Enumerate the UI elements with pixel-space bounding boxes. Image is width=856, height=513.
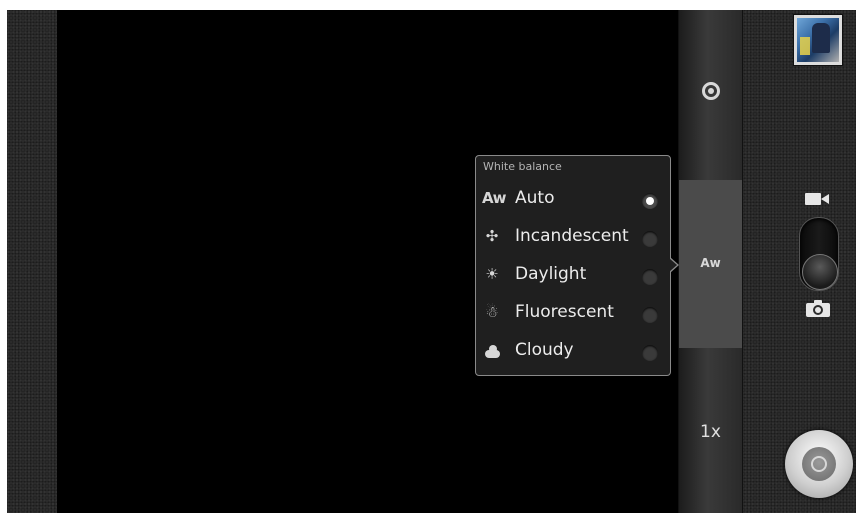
photo-camera-icon [806,300,830,317]
wb-option-fluorescent[interactable]: ☃ Fluorescent [476,294,670,332]
shutter-aperture-icon [802,447,836,481]
popup-title: White balance [483,160,562,173]
wb-option-label: Daylight [515,264,587,284]
zoom-level-button[interactable]: 1x [679,422,742,442]
wb-option-label: Auto [515,188,555,208]
wb-option-cloudy[interactable]: Cloudy [476,332,670,370]
wb-option-label: Fluorescent [515,302,614,322]
wb-option-daylight[interactable]: ☀ Daylight [476,256,670,294]
camera-screen: Aw 1x White balance Aw Auto ✣ Incandesce… [7,10,856,513]
radio-selected[interactable] [642,193,658,209]
wb-option-label: Incandescent [515,226,629,246]
wb-option-label: Cloudy [515,340,574,360]
auto-wb-icon: Aw [700,256,721,270]
last-photo-thumbnail[interactable] [793,14,843,66]
camera-settings-icon[interactable] [679,82,742,104]
camera-video-mode-switch[interactable] [799,217,839,291]
white-balance-button[interactable]: Aw [679,256,742,270]
video-camera-icon [805,191,829,205]
left-border [7,10,57,513]
shutter-button[interactable] [785,430,853,498]
mode-switch-knob[interactable] [802,254,838,290]
radio-unselected[interactable] [642,307,658,323]
settings-bar: Aw 1x [678,10,743,513]
white-balance-popup: White balance Aw Auto ✣ Incandescent ☀ D… [475,155,679,376]
radio-unselected[interactable] [642,231,658,247]
popup-arrow [669,257,679,273]
fluorescent-icon: ☃ [485,303,499,321]
wb-option-auto[interactable]: Aw Auto [476,180,670,218]
radio-unselected[interactable] [642,269,658,285]
auto-wb-icon: Aw [482,189,506,207]
daylight-icon: ☀ [485,265,499,283]
incandescent-icon: ✣ [485,227,499,245]
wb-option-incandescent[interactable]: ✣ Incandescent [476,218,670,256]
cloudy-icon [482,341,502,359]
radio-unselected[interactable] [642,345,658,361]
